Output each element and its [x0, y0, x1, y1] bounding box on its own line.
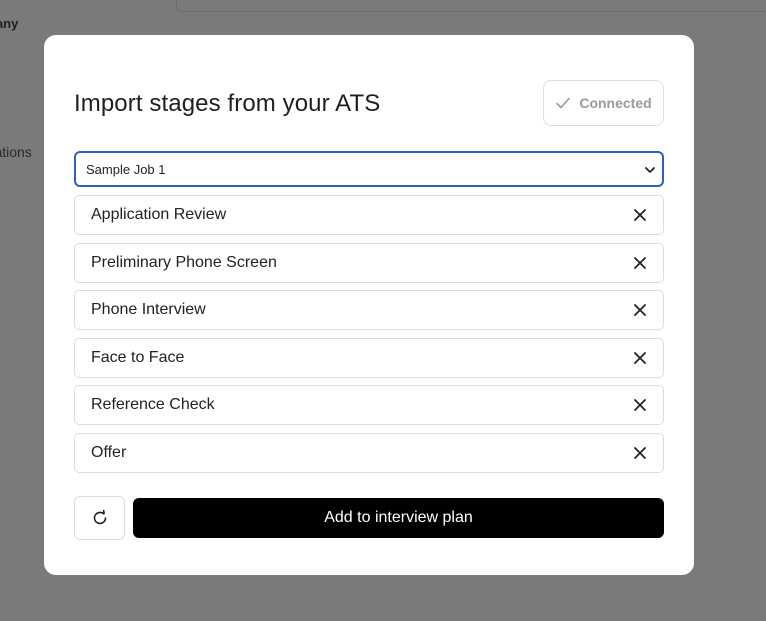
- stage-row: Phone Interview: [74, 290, 664, 331]
- background-card: [176, 0, 766, 12]
- close-icon[interactable]: [633, 398, 647, 412]
- background-company-label: pany: [0, 16, 19, 31]
- connected-label: Connected: [579, 95, 652, 111]
- refresh-button[interactable]: [74, 496, 125, 540]
- modal-title: Import stages from your ATS: [74, 90, 381, 117]
- job-select[interactable]: Sample Job 1: [74, 151, 664, 187]
- stage-label: Face to Face: [91, 348, 185, 366]
- stage-row: Face to Face: [74, 337, 664, 378]
- close-icon[interactable]: [633, 446, 647, 460]
- stage-row: Application Review: [74, 195, 664, 235]
- stage-label: Phone Interview: [91, 301, 206, 319]
- check-icon: [556, 97, 571, 109]
- background-integrations-label: grations: [0, 144, 32, 160]
- stage-label: Reference Check: [91, 396, 215, 414]
- stage-row: Offer: [74, 432, 664, 473]
- import-stages-modal: Import stages from your ATS Connected Sa…: [44, 35, 694, 575]
- add-to-interview-plan-button[interactable]: Add to interview plan: [133, 498, 664, 538]
- stage-label: Application Review: [91, 206, 227, 223]
- stage-list: Application Review Preliminary Phone Scr…: [74, 195, 664, 481]
- close-icon[interactable]: [633, 208, 647, 222]
- refresh-icon: [93, 509, 106, 525]
- close-icon[interactable]: [633, 303, 647, 317]
- job-select-value: Sample Job 1: [86, 161, 166, 177]
- close-icon[interactable]: [633, 256, 647, 270]
- close-icon[interactable]: [633, 351, 647, 365]
- connected-badge: Connected: [543, 80, 664, 126]
- chevron-down-icon: [645, 167, 655, 173]
- stage-row: Preliminary Phone Screen: [74, 242, 664, 283]
- stage-label: Offer: [91, 443, 127, 461]
- stage-row: Reference Check: [74, 385, 664, 426]
- stage-label: Preliminary Phone Screen: [91, 253, 277, 271]
